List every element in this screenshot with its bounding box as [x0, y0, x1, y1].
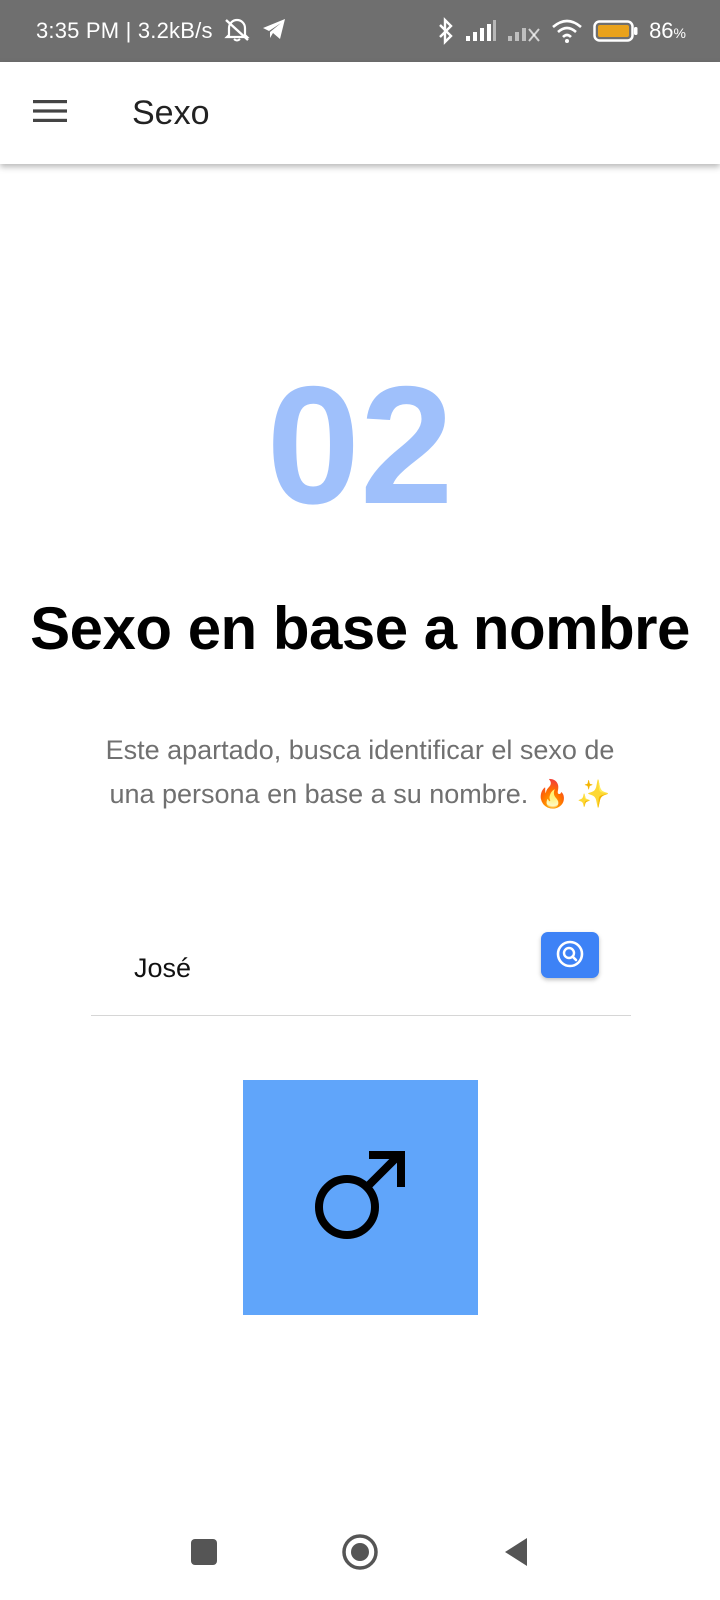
signal-off-icon: [507, 19, 541, 43]
gender-result-tile: [243, 1080, 478, 1315]
menu-button[interactable]: [26, 89, 74, 137]
status-bar: 3:35 PM | 3.2kB/s 86%: [0, 0, 720, 62]
mute-icon: [223, 16, 251, 47]
page-title: Sexo: [132, 94, 210, 132]
telegram-icon: [261, 17, 287, 46]
status-bar-right: 86%: [437, 0, 686, 62]
name-search-field: [91, 930, 631, 1016]
section-description: Este apartado, busca identificar el sexo…: [80, 728, 640, 816]
battery-unit: %: [673, 25, 686, 41]
back-button[interactable]: [486, 1524, 546, 1584]
bluetooth-icon: [437, 17, 455, 45]
recents-icon: [190, 1538, 218, 1571]
battery-percentage: 86%: [649, 18, 686, 44]
signal-icon: [465, 19, 497, 43]
battery-icon: [593, 19, 639, 43]
recents-button[interactable]: [174, 1524, 234, 1584]
wifi-icon: [551, 18, 583, 44]
male-symbol-icon: [313, 1147, 409, 1248]
battery-value: 86: [649, 18, 674, 43]
name-input[interactable]: [134, 948, 514, 988]
status-time-speed: 3:35 PM | 3.2kB/s: [36, 18, 213, 43]
search-icon: [555, 939, 585, 972]
home-icon: [341, 1533, 379, 1576]
status-bar-left: 3:35 PM | 3.2kB/s: [36, 0, 287, 62]
step-number: 02: [266, 351, 454, 539]
search-button[interactable]: [541, 932, 599, 978]
back-icon: [502, 1536, 530, 1573]
app-bar: Sexo: [0, 62, 720, 164]
section-heading: Sexo en base a nombre: [30, 595, 690, 662]
system-nav-bar: [0, 1510, 720, 1600]
hamburger-menu-icon: [33, 99, 67, 128]
description-emoji: 🔥 ✨: [535, 779, 611, 809]
home-button[interactable]: [330, 1524, 390, 1584]
